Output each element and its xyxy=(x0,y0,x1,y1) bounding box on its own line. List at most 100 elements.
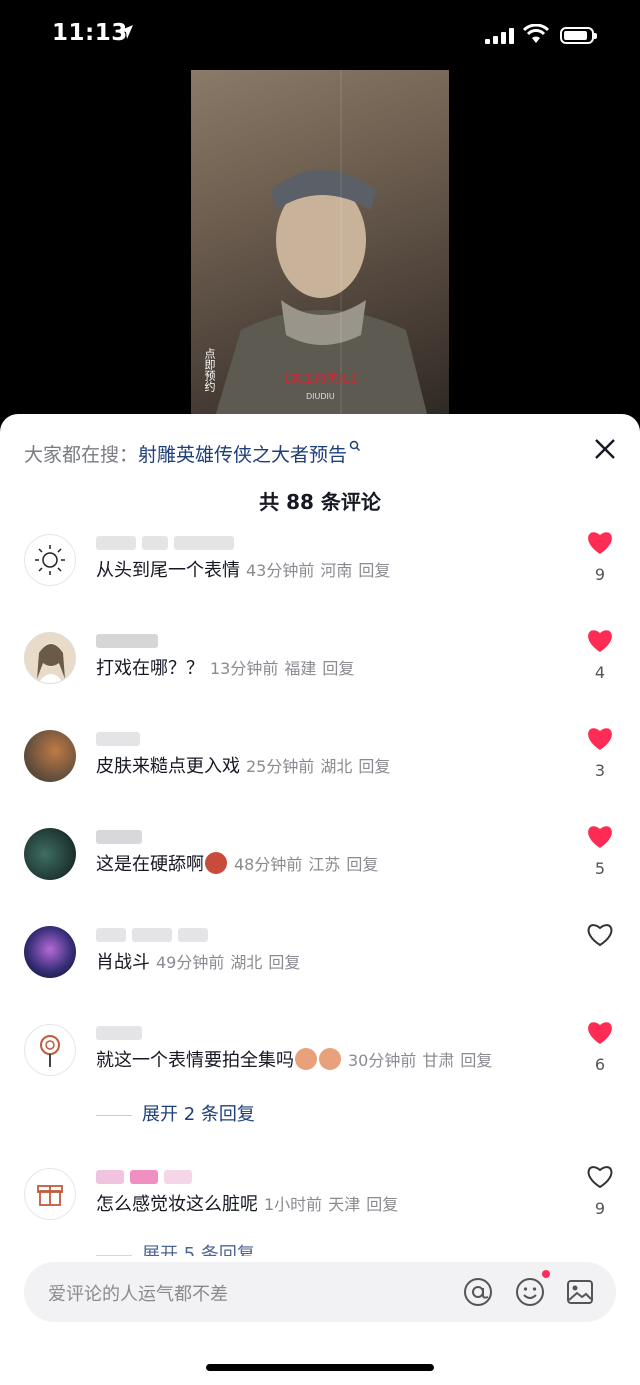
avatar[interactable] xyxy=(24,828,76,880)
heart-outline-icon xyxy=(587,1166,613,1189)
comment-item[interactable]: 怎么感觉妆这么脏呢 1小时前 天津 回复 9 展开 5 条回复 xyxy=(0,1164,640,1264)
comment-text: 这是在硬舔啊 48分钟前 江苏 回复 xyxy=(96,850,378,876)
comment-input-bar[interactable]: 爱评论的人运气都不差 xyxy=(24,1262,616,1322)
sun-icon xyxy=(35,545,65,575)
comment-sheet: 大家都在搜：射雕英雄传侠之大者预告 共 88 条评论 从头到尾一个表情 43分钟前… xyxy=(0,414,640,1385)
like-button[interactable]: 5 xyxy=(586,824,614,878)
notification-dot xyxy=(542,1270,550,1278)
like-count: 5 xyxy=(594,859,606,878)
like-count: 4 xyxy=(594,663,606,682)
status-time: 11:13 xyxy=(52,20,128,46)
comment-body: 皮肤来糙点更入戏 xyxy=(96,756,240,777)
mention-icon[interactable] xyxy=(462,1276,494,1308)
like-button[interactable]: 6 xyxy=(586,1020,614,1074)
comment-time: 49分钟前 xyxy=(156,953,225,972)
trending-search-link[interactable]: 射雕英雄传侠之大者预告 xyxy=(138,444,347,466)
heart-filled-icon xyxy=(588,630,612,652)
username-redacted[interactable] xyxy=(96,728,146,746)
comment-text: 皮肤来糙点更入戏 25分钟前 湖北 回复 xyxy=(96,752,390,778)
comment-item[interactable]: 打戏在哪？？ 13分钟前 福建 回复 4 xyxy=(0,628,640,718)
comment-time: 43分钟前 xyxy=(246,561,315,580)
username-redacted[interactable] xyxy=(96,630,164,648)
status-bar: 11:13 xyxy=(0,0,640,70)
video-watermark: DIUDIU xyxy=(306,392,335,401)
comment-input-placeholder[interactable]: 爱评论的人运气都不差 xyxy=(48,1280,228,1306)
close-icon[interactable] xyxy=(592,436,618,462)
like-button[interactable]: 9 xyxy=(586,1164,614,1218)
crying-emoji-icon xyxy=(319,1048,341,1070)
like-button[interactable]: 9 xyxy=(586,530,614,584)
like-count: 6 xyxy=(594,1055,606,1074)
username-redacted[interactable] xyxy=(96,1022,148,1040)
comment-time: 25分钟前 xyxy=(246,757,315,776)
comment-text: 肖战斗 49分钟前 湖北 回复 xyxy=(96,948,300,974)
location-arrow-icon xyxy=(119,25,133,39)
heart-outline-icon xyxy=(587,924,613,947)
avatar[interactable] xyxy=(24,926,76,978)
avatar[interactable] xyxy=(24,730,76,782)
avatar[interactable] xyxy=(24,534,76,586)
username-redacted[interactable] xyxy=(96,1166,198,1184)
comment-region: 天津 xyxy=(328,1195,361,1214)
crying-emoji-icon xyxy=(295,1048,317,1070)
comment-item[interactable]: 皮肤来糙点更入戏 25分钟前 湖北 回复 3 xyxy=(0,726,640,816)
video-overlay-text: 【真正的英雄】 xyxy=(279,372,363,385)
comment-text: 就这一个表情要拍全集吗 30分钟前 甘肃 回复 xyxy=(96,1046,492,1072)
reply-button[interactable]: 回复 xyxy=(358,561,390,580)
comment-time: 13分钟前 xyxy=(210,659,279,678)
comment-body: 从头到尾一个表情 xyxy=(96,560,240,581)
comment-body: 打戏在哪？？ xyxy=(96,658,204,679)
trending-search-row: 大家都在搜：射雕英雄传侠之大者预告 xyxy=(24,440,361,467)
heart-filled-icon xyxy=(588,728,612,750)
home-indicator[interactable] xyxy=(206,1364,434,1371)
comment-body: 这是在硬舔啊 xyxy=(96,854,204,875)
comment-region: 甘肃 xyxy=(422,1051,455,1070)
comment-item[interactable]: 就这一个表情要拍全集吗 30分钟前 甘肃 回复 6 展开 2 条回复 xyxy=(0,1020,640,1140)
reply-button[interactable]: 回复 xyxy=(460,1051,492,1070)
lollipop-icon xyxy=(40,1035,60,1067)
comment-region: 江苏 xyxy=(308,855,341,874)
comment-count-title: 共 88 条评论 xyxy=(259,490,381,514)
avatar[interactable] xyxy=(24,632,76,684)
video-side-text: 点即预约 xyxy=(203,348,216,392)
trending-search-prefix: 大家都在搜： xyxy=(24,444,139,466)
expand-replies-button[interactable]: 展开 2 条回复 xyxy=(96,1100,255,1126)
angry-emoji-icon xyxy=(205,852,227,874)
reply-button[interactable]: 回复 xyxy=(358,757,390,776)
username-redacted[interactable] xyxy=(96,826,148,844)
wifi-icon xyxy=(523,24,549,43)
reply-button[interactable]: 回复 xyxy=(322,659,354,678)
avatar-illustration xyxy=(37,643,65,683)
comment-body: 怎么感觉妆这么脏呢 xyxy=(96,1194,258,1215)
comment-region: 河南 xyxy=(320,561,353,580)
username-redacted[interactable] xyxy=(96,532,240,550)
like-button[interactable] xyxy=(586,922,614,951)
reply-button[interactable]: 回复 xyxy=(268,953,300,972)
username-redacted[interactable] xyxy=(96,924,214,942)
reply-button[interactable]: 回复 xyxy=(346,855,378,874)
video-preview[interactable]: 【真正的英雄】 点即预约 DIUDIU xyxy=(191,70,449,430)
comment-region: 湖北 xyxy=(230,953,263,972)
heart-filled-icon xyxy=(588,826,612,848)
comment-item[interactable]: 肖战斗 49分钟前 湖北 回复 xyxy=(0,922,640,1012)
reply-button[interactable]: 回复 xyxy=(366,1195,398,1214)
comment-body: 就这一个表情要拍全集吗 xyxy=(96,1050,294,1071)
avatar[interactable] xyxy=(24,1024,76,1076)
heart-filled-icon xyxy=(588,532,612,554)
battery-icon xyxy=(560,27,597,44)
comment-text: 打戏在哪？？ 13分钟前 福建 回复 xyxy=(96,654,354,680)
cellular-signal-icon xyxy=(485,28,514,44)
search-icon[interactable] xyxy=(349,440,361,452)
avatar[interactable] xyxy=(24,1168,76,1220)
comment-item[interactable]: 从头到尾一个表情 43分钟前 河南 回复 9 xyxy=(0,530,640,620)
image-icon[interactable] xyxy=(564,1276,596,1308)
emoji-icon[interactable] xyxy=(514,1276,546,1308)
comment-text: 从头到尾一个表情 43分钟前 河南 回复 xyxy=(96,556,390,582)
comment-time: 1小时前 xyxy=(264,1195,323,1214)
expand-replies-button[interactable]: 展开 5 条回复 xyxy=(96,1240,255,1256)
gift-icon xyxy=(37,1185,63,1206)
like-button[interactable]: 3 xyxy=(586,726,614,780)
like-count: 9 xyxy=(594,565,606,584)
like-button[interactable]: 4 xyxy=(586,628,614,682)
comment-item[interactable]: 这是在硬舔啊 48分钟前 江苏 回复 5 xyxy=(0,824,640,914)
